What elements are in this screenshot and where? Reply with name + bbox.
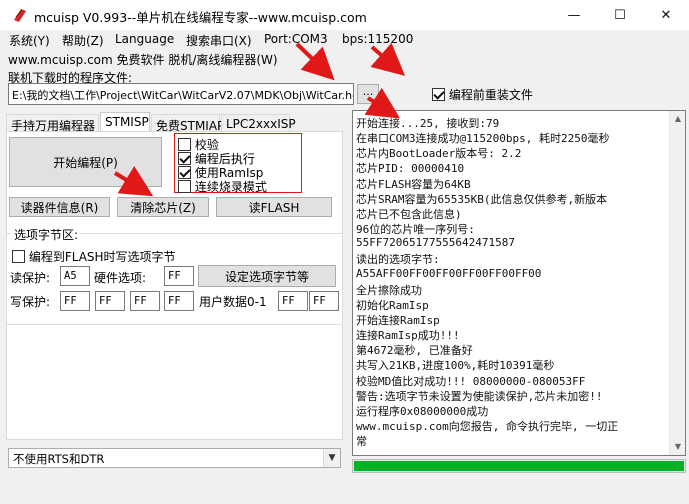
menu-bps[interactable]: bps:115200	[342, 32, 413, 46]
user-data-field-1[interactable]: FF	[309, 291, 339, 311]
rts-dtr-select[interactable]: 不使用RTS和DTR ▼	[8, 448, 341, 468]
menu-bar: 系统(Y) 帮助(Z) Language 搜索串口(X) Port:COM3 b…	[0, 30, 689, 50]
log-line: 芯片FLASH容量为64KB	[356, 177, 471, 191]
rts-dtr-value: 不使用RTS和DTR	[13, 452, 105, 466]
log-line: 开始连接RamIsp	[356, 313, 440, 327]
option-continuous-mode[interactable]: 连续烧录模式	[178, 178, 267, 195]
write-protect-field-4[interactable]: FF	[164, 291, 194, 311]
log-line: 连接RamIsp成功!!!	[356, 329, 460, 343]
log-line: 常	[356, 435, 367, 449]
log-line: 全片擦除成功	[356, 283, 422, 297]
log-scrollbar[interactable]: ▲ ▼	[669, 111, 685, 455]
option-continuous-mode-label: 连续烧录模式	[194, 180, 267, 194]
reload-file-checkbox[interactable]: 编程前重装文件	[432, 86, 533, 103]
browse-file-button[interactable]: ...	[357, 84, 379, 104]
menu-port[interactable]: Port:COM3	[264, 32, 328, 46]
mcuisp-logo-icon	[14, 9, 26, 22]
erase-chip-button[interactable]: 清除芯片(Z)	[117, 197, 209, 217]
log-line: www.mcuisp.com向您报告, 命令执行完毕, 一切正	[356, 420, 619, 433]
tab-handheld-programmer[interactable]: 手持万用编程器	[6, 114, 99, 133]
scroll-up-icon[interactable]: ▲	[670, 111, 685, 127]
menu-search-port[interactable]: 搜索串口(X)	[186, 32, 252, 49]
checkbox-icon	[432, 88, 445, 101]
reload-file-label: 编程前重装文件	[448, 88, 533, 102]
menu-help[interactable]: 帮助(Z)	[62, 32, 104, 49]
log-line: 在串口COM3连接成功@115200bps, 耗时2250毫秒	[356, 132, 610, 146]
tab-stmisp[interactable]: STMISP	[100, 112, 150, 132]
read-device-info-button[interactable]: 读器件信息(R)	[9, 197, 110, 217]
log-line: 96位的芯片唯一序列号:	[356, 223, 475, 237]
progress-bar	[352, 459, 686, 473]
checkbox-icon	[178, 180, 191, 193]
checkbox-icon	[12, 250, 25, 263]
window-title: mcuisp V0.993--单片机在线编程专家--www.mcuisp.com	[34, 10, 367, 25]
user-data-field-0[interactable]: FF	[278, 291, 308, 311]
title-bar: mcuisp V0.993--单片机在线编程专家--www.mcuisp.com…	[0, 0, 689, 30]
log-line: 校验MD值比对成功!!! 08000000-080053FF	[356, 374, 586, 388]
tab-lpc2xxxisp[interactable]: LPC2xxxISP	[221, 114, 296, 132]
tab-stmiap[interactable]: 免费STMIAP	[151, 114, 224, 133]
set-option-bytes-button[interactable]: 设定选项字节等	[198, 265, 336, 287]
log-line: 第4672毫秒, 已准备好	[356, 344, 473, 358]
option-bytes-title: 选项字节区:	[12, 226, 81, 243]
write-protect-field-2[interactable]: FF	[95, 291, 125, 311]
output-log[interactable]: 开始连接...25, 接收到:79 在串口COM3连接成功@115200bps, …	[352, 110, 686, 456]
read-protect-label: 读保护:	[10, 271, 51, 285]
user-data-label: 用户数据0-1	[199, 295, 267, 309]
log-line: 芯片内BootLoader版本号: 2.2	[356, 147, 522, 161]
hex-file-path-field[interactable]: E:\我的文档\工作\Project\WitCar\WitCarV2.07\MD…	[8, 83, 354, 105]
write-option-bytes-checkbox[interactable]: 编程到FLASH时写选项字节	[12, 248, 176, 265]
log-line: 开始连接...25, 接收到:79	[356, 117, 500, 130]
write-protect-field-3[interactable]: FF	[130, 291, 160, 311]
log-line: 芯片SRAM容量为65535KB(此信息仅供参考,新版本	[356, 192, 608, 206]
menu-system[interactable]: 系统(Y)	[9, 32, 50, 49]
log-line: 芯片已不包含此信息)	[356, 207, 462, 221]
hw-option-field[interactable]: FF	[164, 266, 194, 286]
read-flash-button[interactable]: 读FLASH	[216, 197, 332, 217]
close-button[interactable]: ✕	[643, 0, 689, 30]
arrow-to-bps	[370, 42, 406, 76]
start-program-button[interactable]: 开始编程(P)	[9, 137, 162, 187]
log-line: 警告:选项字节未设置为使能读保护,芯片未加密!!	[356, 389, 603, 403]
progress-fill	[354, 461, 684, 471]
minimize-button[interactable]: —	[551, 0, 597, 30]
log-line: 共写入21KB,进度100%,耗时10391毫秒	[356, 359, 555, 373]
menu-language[interactable]: Language	[115, 32, 174, 46]
write-option-bytes-label: 编程到FLASH时写选项字节	[28, 250, 176, 264]
write-protect-field-1[interactable]: FF	[60, 291, 90, 311]
write-protect-label: 写保护:	[10, 295, 51, 309]
scroll-down-icon[interactable]: ▼	[670, 439, 685, 455]
log-line: 读出的选项字节:	[356, 253, 440, 267]
offline-programmer-link[interactable]: www.mcuisp.com 免费软件 脱机/离线编程器(W)	[8, 51, 278, 68]
maximize-button[interactable]: ☐	[597, 0, 643, 30]
log-line: 运行程序0x08000000成功	[356, 404, 489, 418]
log-line: A55AFF00FF00FF00FF00FF00FF00	[356, 266, 542, 280]
status-bar	[0, 478, 689, 504]
hw-option-label: 硬件选项:	[94, 271, 147, 285]
log-line: 芯片PID: 00000410	[356, 162, 465, 176]
log-line: 55FF72065177555642471587	[356, 236, 515, 250]
chevron-down-icon[interactable]: ▼	[323, 449, 340, 467]
read-protect-field[interactable]: A5	[60, 266, 90, 286]
log-line: 初始化RamIsp	[356, 298, 429, 312]
